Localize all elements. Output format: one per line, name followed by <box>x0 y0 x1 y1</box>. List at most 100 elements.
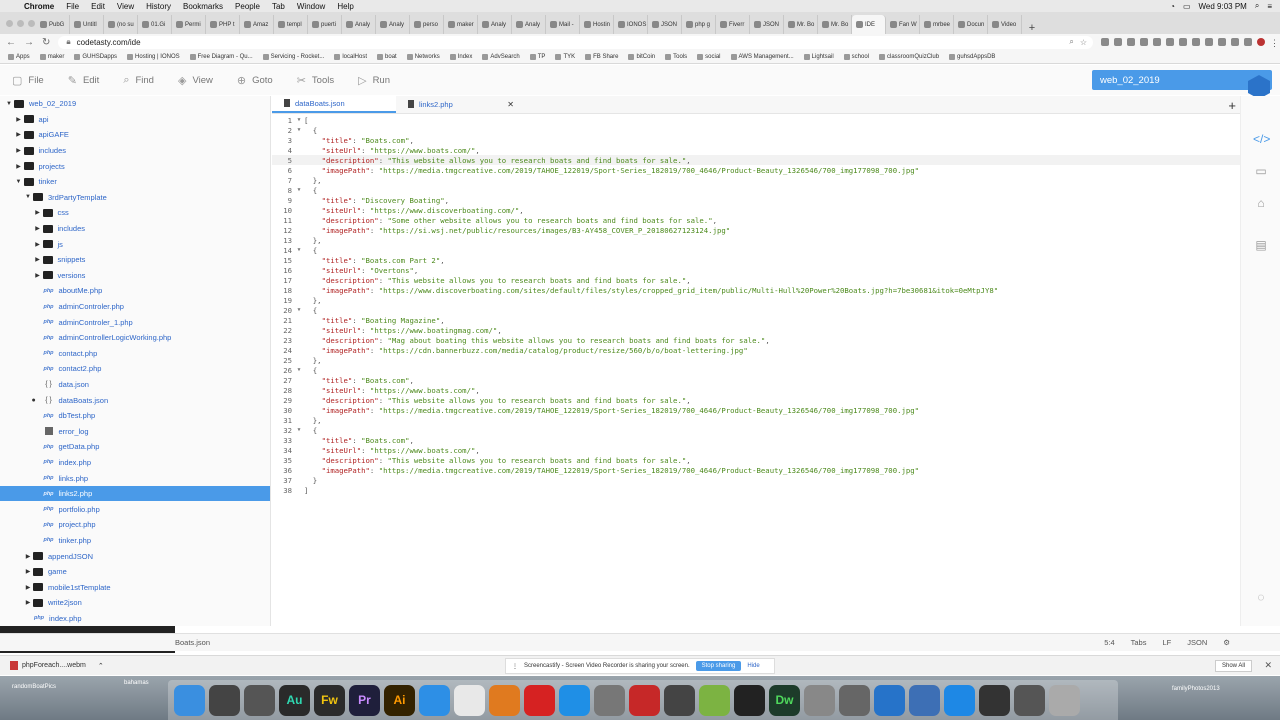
gear-icon[interactable]: ⚙ <box>1223 638 1230 647</box>
tree-file[interactable]: php index.php <box>0 455 270 471</box>
dock-app-opera[interactable] <box>524 684 555 716</box>
desktop-item-label[interactable]: familyPhotos2013 <box>1172 686 1220 692</box>
star-icon[interactable]: ☆ <box>1080 38 1087 47</box>
bookmark[interactable]: FB Share <box>585 53 618 60</box>
browser-tab[interactable]: 01.Gi <box>138 15 172 34</box>
browser-tab[interactable]: templ <box>274 15 308 34</box>
browser-tab[interactable]: Mail - <box>546 15 580 34</box>
battery-icon[interactable]: ▭ <box>1183 2 1191 11</box>
dock-app-finder[interactable] <box>174 684 205 716</box>
bookmark[interactable]: boat <box>377 53 397 60</box>
dock-app-activity[interactable] <box>979 684 1010 716</box>
browser-tab[interactable]: Untitl <box>70 15 104 34</box>
browser-tab[interactable]: Mr. Bo <box>784 15 818 34</box>
settings-small-icon[interactable]: ◌ <box>1253 590 1269 604</box>
browser-tab[interactable]: Fan W <box>886 15 920 34</box>
line-ending[interactable]: LF <box>1162 638 1171 647</box>
dock-app-vs-code[interactable] <box>874 684 905 716</box>
browser-tab[interactable]: perso <box>410 15 444 34</box>
browser-tab[interactable]: JSON <box>750 15 784 34</box>
view-menu[interactable]: ◈ View <box>178 74 227 87</box>
code-line[interactable]: 28 "siteUrl": "https://www.boats.com/", <box>272 385 1240 395</box>
extension-icon[interactable] <box>1218 38 1226 46</box>
stop-sharing-button[interactable]: Stop sharing <box>695 661 742 671</box>
extension-icon[interactable] <box>1179 38 1187 46</box>
dock-app-help[interactable] <box>839 684 870 716</box>
bookmark[interactable]: Index <box>449 53 472 60</box>
bookmark[interactable]: social <box>697 53 721 60</box>
tree-file[interactable]: php project.php <box>0 517 270 533</box>
menu-chrome[interactable]: Chrome <box>18 2 60 11</box>
tree-folder[interactable]: ▶ versions <box>0 268 270 284</box>
bookmark[interactable]: Apps <box>8 53 30 60</box>
project-selector[interactable]: web_02_2019 ⇕ <box>1092 70 1272 90</box>
code-line[interactable]: 32 ▼ { <box>272 425 1240 435</box>
code-line[interactable]: 36 "imagePath": "https://media.tmgcreati… <box>272 465 1240 475</box>
bookmark[interactable]: AWS Management... <box>730 53 794 60</box>
edit-menu[interactable]: ✎ Edit <box>68 74 114 87</box>
browser-tab[interactable]: Hostin <box>580 15 614 34</box>
caret-right-icon[interactable]: ▶ <box>33 256 43 263</box>
browser-tab[interactable]: Amaz <box>240 15 274 34</box>
tree-file[interactable]: php adminControler_1.php <box>0 314 270 330</box>
new-file-button[interactable]: + <box>1228 98 1236 113</box>
fold-icon[interactable]: ▼ <box>294 247 304 253</box>
menu-file[interactable]: File <box>60 2 85 11</box>
tree-folder[interactable]: ▶ includes <box>0 143 270 159</box>
browser-tab[interactable]: Analy <box>342 15 376 34</box>
tree-file[interactable]: php contact.php <box>0 346 270 362</box>
code-line[interactable]: 30 "imagePath": "https://media.tmgcreati… <box>272 405 1240 415</box>
desktop-item-label[interactable]: bahamas <box>124 680 149 686</box>
dock-app-dw[interactable]: Dw <box>769 684 800 716</box>
cursor-position[interactable]: 5:4 <box>1104 638 1114 647</box>
tree-file[interactable]: php index.php <box>0 611 270 626</box>
menu-view[interactable]: View <box>111 2 140 11</box>
code-line[interactable]: 33 "title": "Boats.com", <box>272 435 1240 445</box>
browser-tab[interactable]: IDE <box>852 15 886 34</box>
tree-file[interactable]: php getData.php <box>0 439 270 455</box>
bookmark[interactable]: bitCoin <box>628 53 655 60</box>
bookmark[interactable]: Tools <box>665 53 687 60</box>
bookmark[interactable]: localHost <box>334 53 367 60</box>
run-menu[interactable]: ▷ Run <box>358 74 404 87</box>
tree-folder[interactable]: ▶ game <box>0 564 270 580</box>
extension-icon[interactable] <box>1140 38 1148 46</box>
dock-app-au[interactable]: Au <box>279 684 310 716</box>
code-line[interactable]: 14 ▼ { <box>272 245 1240 255</box>
language-mode[interactable]: JSON <box>1187 638 1207 647</box>
browser-tab[interactable]: Mr. Bo <box>818 15 852 34</box>
dock-app-terminal[interactable] <box>734 684 765 716</box>
fold-icon[interactable]: ▼ <box>294 367 304 373</box>
code-line[interactable]: 25 }, <box>272 355 1240 365</box>
code-line[interactable]: 22 "siteUrl": "https://www.boatingmag.co… <box>272 325 1240 335</box>
extension-icon[interactable] <box>1114 38 1122 46</box>
bookmark[interactable]: GUHSDapps <box>74 53 117 60</box>
bookmark[interactable]: TYK <box>555 53 575 60</box>
file-menu[interactable]: ▢ File <box>12 74 58 87</box>
extension-icon[interactable] <box>1192 38 1200 46</box>
tree-folder[interactable]: ▶ api <box>0 112 270 128</box>
tree-folder[interactable]: ▶ snippets <box>0 252 270 268</box>
dock-app-calculator[interactable] <box>664 684 695 716</box>
kebab-menu-icon[interactable]: ⋮ <box>1270 38 1279 48</box>
close-tab-icon[interactable]: ✕ <box>507 100 514 109</box>
dock-app-preferences[interactable] <box>594 684 625 716</box>
browser-tab[interactable]: Docun <box>954 15 988 34</box>
code-line[interactable]: 19 }, <box>272 295 1240 305</box>
code-line[interactable]: 2 ▼ { <box>272 125 1240 135</box>
minimize-window-button[interactable] <box>17 20 24 27</box>
code-line[interactable]: 29 "description": "This website allows y… <box>272 395 1240 405</box>
fold-icon[interactable]: ▼ <box>294 127 304 133</box>
dock-app-teamviewer[interactable] <box>944 684 975 716</box>
fold-icon[interactable]: ▼ <box>294 427 304 433</box>
extension-icon[interactable] <box>1244 38 1252 46</box>
extension-icon[interactable] <box>1153 38 1161 46</box>
code-line[interactable]: 12 "imagePath": "https://si.wsj.net/publ… <box>272 225 1240 235</box>
dock-app-sequel[interactable] <box>804 684 835 716</box>
code-line[interactable]: 27 "title": "Boats.com", <box>272 375 1240 385</box>
tree-file[interactable]: { } ● dataBoats.json <box>0 392 270 408</box>
menu-window[interactable]: Window <box>291 2 331 11</box>
code-line[interactable]: 13 }, <box>272 235 1240 245</box>
caret-down-icon[interactable]: ▼ <box>14 179 24 185</box>
home-icon[interactable]: ⌂ <box>1253 196 1269 210</box>
